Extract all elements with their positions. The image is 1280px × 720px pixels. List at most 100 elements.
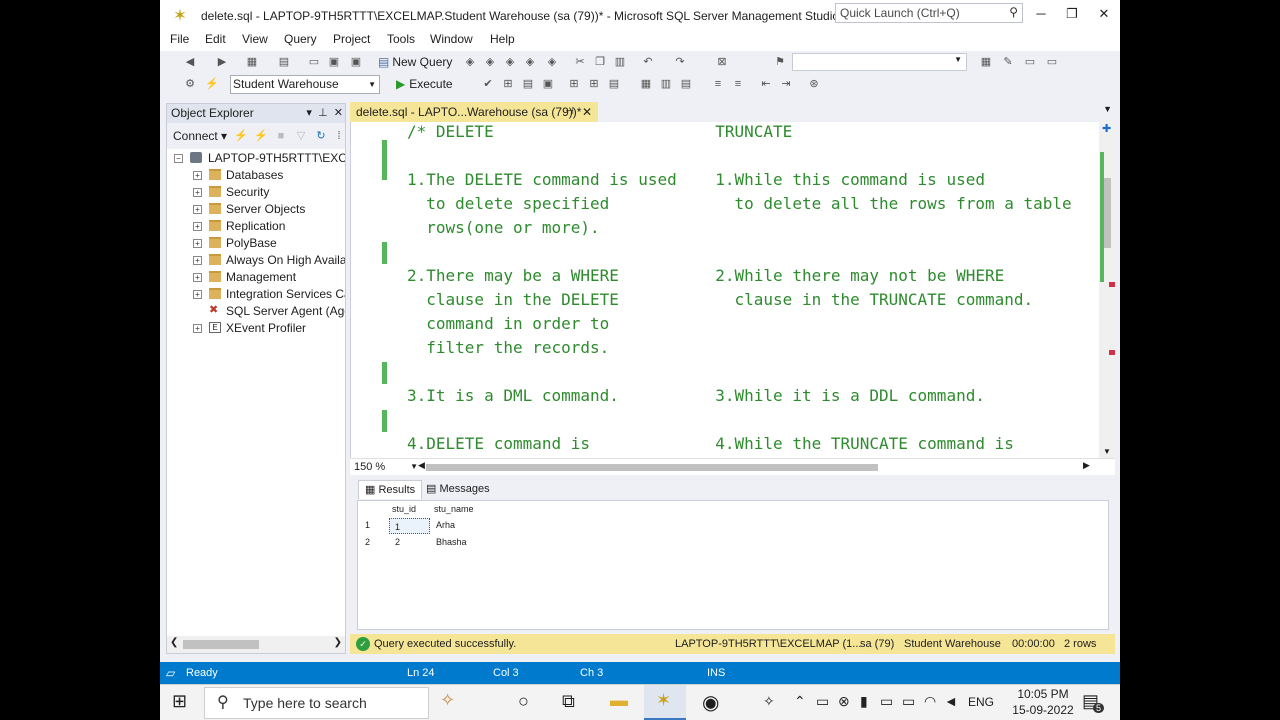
save-all-icon[interactable]: ▣: [348, 54, 364, 70]
expand-icon[interactable]: +: [193, 222, 202, 231]
client-stats-icon[interactable]: ▤: [606, 76, 622, 92]
vertical-scrollbar[interactable]: ✚ ▼: [1099, 122, 1116, 458]
uncomment-icon[interactable]: ≡: [730, 76, 746, 92]
expand-icon[interactable]: +: [193, 256, 202, 265]
split-icon[interactable]: ✚: [1102, 122, 1111, 135]
tools-icon[interactable]: ✎: [1000, 54, 1016, 70]
close-icon[interactable]: ✕: [582, 102, 592, 122]
menu-view[interactable]: View: [242, 32, 268, 46]
copy-icon[interactable]: ❐: [592, 54, 608, 70]
language-indicator[interactable]: ENG: [968, 695, 994, 709]
pin-icon[interactable]: ⊥: [318, 107, 328, 119]
new-query-button[interactable]: ▤ New Query: [378, 53, 452, 71]
connect-icon[interactable]: ⚡: [233, 128, 249, 144]
maximize-button[interactable]: ❐: [1061, 5, 1083, 23]
results-to-file-icon[interactable]: ▤: [678, 76, 694, 92]
results-to-text-icon[interactable]: ▣: [540, 76, 556, 92]
tree-node-always-on[interactable]: + Always On High Availab: [167, 252, 345, 269]
scroll-down-icon[interactable]: ▼: [1103, 447, 1111, 456]
horizontal-scroll-thumb[interactable]: [426, 464, 878, 471]
tree-node-sql-agent[interactable]: ✖ SQL Server Agent (Agen: [167, 303, 345, 320]
filter-icon[interactable]: ▽: [293, 128, 309, 144]
column-header[interactable]: stu_id: [392, 501, 416, 517]
expand-icon[interactable]: +: [193, 239, 202, 248]
expand-icon[interactable]: +: [193, 205, 202, 214]
menu-help[interactable]: Help: [490, 32, 515, 46]
zoom-select[interactable]: 150 % ▼: [354, 460, 418, 474]
find-icon[interactable]: ⚑: [772, 54, 788, 70]
taskbar-search-box[interactable]: ⚲ Type here to search: [204, 687, 429, 719]
expand-icon[interactable]: +: [193, 324, 202, 333]
menu-window[interactable]: Window: [430, 32, 473, 46]
collapse-icon[interactable]: −: [174, 154, 183, 163]
properties-icon[interactable]: ▦: [978, 54, 994, 70]
scroll-thumb[interactable]: [183, 640, 259, 649]
registered-servers-icon[interactable]: ▭: [1022, 54, 1038, 70]
change-connection-icon[interactable]: ⚙: [182, 76, 198, 92]
comment-icon[interactable]: ≡: [710, 76, 726, 92]
menu-query[interactable]: Query: [284, 32, 317, 46]
document-tab[interactable]: delete.sql - LAPTO...Warehouse (sa (79))…: [350, 102, 598, 122]
display-plan-icon[interactable]: ⊞: [500, 76, 516, 92]
refresh-icon[interactable]: ↻: [313, 128, 329, 144]
menu-edit[interactable]: Edit: [205, 32, 226, 46]
tray-icon[interactable]: ⊗: [838, 693, 850, 710]
increase-indent-icon[interactable]: ⇥: [778, 76, 794, 92]
battery-icon[interactable]: ▭: [902, 693, 915, 710]
query-dmx-icon[interactable]: ◈: [482, 54, 498, 70]
expand-icon[interactable]: +: [193, 273, 202, 282]
grid-cell[interactable]: Arha: [436, 517, 455, 533]
ssms-taskbar-button[interactable]: ✶: [644, 685, 686, 720]
volume-icon[interactable]: ◄: [944, 693, 958, 709]
scroll-left-icon[interactable]: ❮: [170, 637, 178, 648]
scroll-thumb[interactable]: [1104, 178, 1111, 248]
redo-icon[interactable]: ↷: [672, 54, 688, 70]
connect-dropdown[interactable]: Connect ▾: [173, 129, 227, 143]
query-designer-icon[interactable]: ▤: [520, 76, 536, 92]
paste-icon[interactable]: ▥: [612, 54, 628, 70]
query-xmla-icon[interactable]: ◈: [502, 54, 518, 70]
add-item-icon[interactable]: ▤: [276, 54, 292, 70]
horizontal-scrollbar[interactable]: ❮ ❯: [167, 636, 345, 653]
windows-start-icon[interactable]: ⊞: [172, 691, 187, 712]
grid-cell[interactable]: 1: [389, 518, 430, 534]
wifi-icon[interactable]: ◠: [924, 693, 936, 710]
save-icon[interactable]: ▣: [326, 54, 342, 70]
results-grid[interactable]: stu_id stu_name 1 1 Arha 2 2 Bhasha: [357, 500, 1109, 630]
cortana-icon[interactable]: ○: [518, 691, 529, 712]
tabs-dropdown-icon[interactable]: ▼: [1103, 104, 1112, 114]
grid-cell[interactable]: Bhasha: [436, 534, 467, 550]
include-plan-icon[interactable]: ⊞: [566, 76, 582, 92]
tree-node-replication[interactable]: + Replication: [167, 218, 345, 235]
activity-monitor-icon[interactable]: ⊠: [714, 54, 730, 70]
tree-node-databases[interactable]: + Databases: [167, 167, 345, 184]
query-mdx-icon[interactable]: ◈: [462, 54, 478, 70]
quick-launch-input[interactable]: Quick Launch (Ctrl+Q) ⚲: [835, 3, 1023, 23]
database-select[interactable]: Student Warehouse ▼: [230, 75, 380, 94]
menu-tools[interactable]: Tools: [387, 32, 415, 46]
toolbox-icon[interactable]: ▭: [1044, 54, 1060, 70]
cut-icon[interactable]: ✂: [572, 54, 588, 70]
close-icon[interactable]: ✕: [334, 107, 343, 119]
pin-icon[interactable]: ⊣: [565, 102, 574, 122]
tree-node-xevent-profiler[interactable]: + E XEvent Profiler: [167, 320, 345, 337]
show-hidden-icons[interactable]: ⌃: [794, 693, 806, 710]
back-icon[interactable]: ◀: [182, 54, 198, 70]
query-sqlce-icon[interactable]: ◈: [544, 54, 560, 70]
results-to-grid-icon[interactable]: ▥: [658, 76, 674, 92]
disconnect-icon[interactable]: ⚡: [253, 128, 269, 144]
tree-node-management[interactable]: + Management: [167, 269, 345, 286]
specify-values-icon[interactable]: ⊛: [806, 76, 822, 92]
scroll-left-icon[interactable]: ◀: [418, 460, 425, 471]
tab-messages[interactable]: ▤ Messages: [420, 480, 496, 499]
more-icon[interactable]: ⁞: [331, 128, 347, 144]
stop-icon[interactable]: ■: [273, 128, 289, 144]
connect-icon[interactable]: ⚡: [204, 76, 220, 92]
close-button[interactable]: ✕: [1093, 5, 1115, 23]
undo-icon[interactable]: ↶: [640, 54, 656, 70]
meet-icon[interactable]: ▭: [880, 693, 893, 710]
forward-icon[interactable]: ▶: [214, 54, 230, 70]
find-combo[interactable]: ▼: [792, 53, 967, 71]
scroll-right-icon[interactable]: ❯: [334, 637, 342, 648]
new-project-icon[interactable]: ▦: [244, 54, 260, 70]
